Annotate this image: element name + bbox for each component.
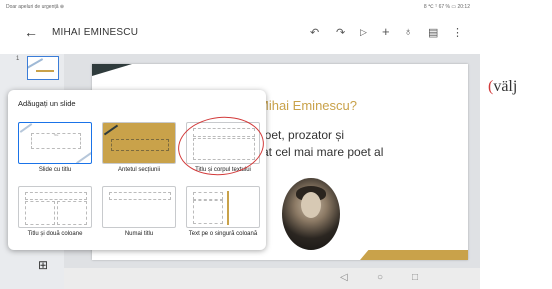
add-icon[interactable]: + bbox=[382, 24, 390, 39]
layout-label: Numai titlu bbox=[124, 231, 154, 237]
presentation-title[interactable]: MIHAI EMINESCU bbox=[52, 27, 138, 38]
layout-preview: Titlu bbox=[18, 122, 92, 164]
home-nav-icon[interactable]: ○ bbox=[377, 272, 383, 283]
more-vert-icon[interactable]: ⋮ bbox=[452, 26, 463, 39]
slide-thumbnail-1[interactable] bbox=[27, 56, 59, 80]
android-nav-bar: ◁ ○ □ bbox=[64, 268, 480, 289]
slide-decoration-bottom bbox=[360, 250, 468, 260]
redo-icon[interactable]: ↷ bbox=[336, 26, 345, 39]
slide-title[interactable]: Mihai Eminescu? bbox=[258, 98, 357, 113]
portrait-image[interactable] bbox=[282, 178, 340, 250]
layout-label: Slide cu titlu bbox=[38, 167, 72, 173]
add-person-icon[interactable]: ♁ bbox=[404, 26, 412, 38]
layout-title-only[interactable]: Numai titlu bbox=[102, 186, 176, 238]
layout-label: Titlu și două coloane bbox=[27, 231, 83, 237]
layout-preview bbox=[186, 186, 260, 228]
layout-title-slide[interactable]: Titlu Slide cu titlu bbox=[18, 122, 92, 174]
undo-icon[interactable]: ↶ bbox=[310, 26, 319, 39]
status-left-text: Doar apeluri de urgență ⊕ bbox=[6, 4, 65, 10]
recents-nav-icon[interactable]: □ bbox=[412, 272, 418, 283]
annotation-text: (välj bbox=[488, 78, 517, 96]
layout-section-header[interactable]: Antetul secțiunii bbox=[102, 122, 176, 174]
status-right-text: 8 ℃ ᵀ 67 % ▭ 20:12 bbox=[423, 4, 470, 10]
play-icon[interactable]: ▷ bbox=[360, 27, 367, 38]
annotation-word: välj bbox=[493, 78, 518, 95]
back-nav-icon[interactable]: ◁ bbox=[340, 272, 348, 283]
slide-body-line: poet, prozator și bbox=[258, 128, 345, 142]
slide-body-text[interactable]: poet, prozator și rat cel mai mare poet … bbox=[258, 127, 468, 161]
add-slide-icon[interactable]: ⊞ bbox=[38, 258, 48, 272]
slide-decoration-top bbox=[92, 64, 132, 76]
layout-preview bbox=[102, 186, 176, 228]
layout-one-column-text[interactable]: Text pe o singură coloană bbox=[186, 186, 260, 238]
slide-number: 1 bbox=[16, 56, 20, 62]
app-toolbar: ← MIHAI EMINESCU ↶ ↷ ▷ + ♁ ▤ ⋮ bbox=[0, 14, 480, 54]
layout-preview bbox=[18, 186, 92, 228]
arrow-left-icon[interactable]: ← bbox=[24, 24, 38, 40]
layout-title-two-columns[interactable]: Titlu și două coloane bbox=[18, 186, 92, 238]
slide-body-line: rat cel mai mare poet al bbox=[258, 145, 384, 159]
layout-label: Antetul secțiunii bbox=[117, 167, 161, 173]
layout-label: Text pe o singură coloană bbox=[188, 231, 258, 237]
comment-icon[interactable]: ▤ bbox=[428, 26, 438, 39]
status-bar: Doar apeluri de urgență ⊕ 8 ℃ ᵀ 67 % ▭ 2… bbox=[0, 0, 480, 14]
layout-preview bbox=[102, 122, 176, 164]
dialog-title: Adăugați un slide bbox=[18, 99, 76, 108]
